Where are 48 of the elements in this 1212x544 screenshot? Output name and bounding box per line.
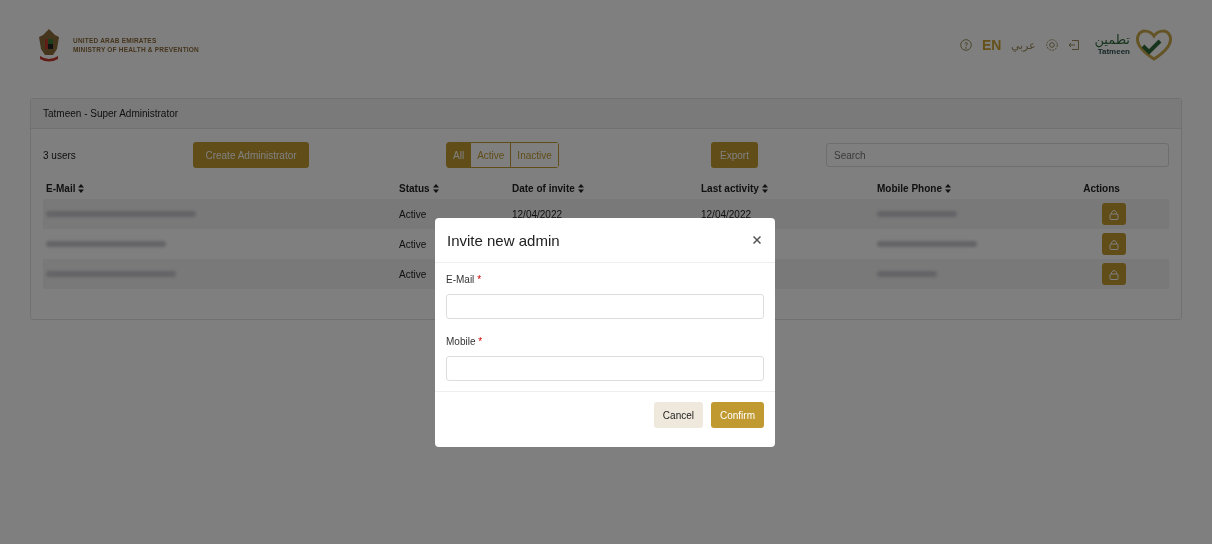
user-count: 3 users xyxy=(43,149,77,161)
status-text: Active xyxy=(399,268,427,280)
confirm-button[interactable]: Confirm xyxy=(711,402,764,428)
language-link[interactable]: EN xyxy=(981,37,1002,53)
cancel-button[interactable]: Cancel xyxy=(653,402,703,428)
date-text: 12/04/2022 xyxy=(512,208,563,220)
create-administrator-button[interactable]: Create Administrator xyxy=(193,142,309,168)
sort-icon[interactable] xyxy=(432,183,439,193)
export-button[interactable]: Export xyxy=(711,142,758,168)
field-label: Mobile xyxy=(446,336,476,347)
close-icon[interactable] xyxy=(753,236,761,244)
column-header[interactable]: Date of invite xyxy=(512,182,575,194)
required-mark: * xyxy=(477,274,482,285)
panel-title: Tatmeen - Super Administrator xyxy=(43,108,179,119)
lock-button[interactable] xyxy=(1102,203,1126,225)
logout-icon[interactable] xyxy=(1068,39,1081,51)
filter-tab[interactable]: All xyxy=(447,143,471,167)
filter-tab[interactable]: Inactive xyxy=(510,143,558,167)
emblem-icon xyxy=(37,27,61,63)
status-text: Active xyxy=(399,208,427,220)
field-label: E-Mail xyxy=(446,274,475,285)
heart-check-icon xyxy=(1134,28,1174,62)
dialog-title: Invite new admin xyxy=(447,231,560,249)
column-header: Actions xyxy=(1083,182,1120,194)
status-text: Active xyxy=(399,238,427,250)
language-link[interactable]: عربي xyxy=(1011,38,1037,52)
sort-icon[interactable] xyxy=(577,183,584,193)
lock-button[interactable] xyxy=(1102,233,1126,255)
help-icon[interactable] xyxy=(959,39,972,51)
column-header[interactable]: Mobile Phone xyxy=(877,182,942,194)
column-header[interactable]: Status xyxy=(399,182,430,194)
settings-icon[interactable] xyxy=(1046,39,1059,51)
sort-icon[interactable] xyxy=(945,183,951,193)
search-field[interactable]: Search xyxy=(826,143,1169,167)
column-header[interactable]: E-Mail xyxy=(46,182,76,194)
lock-button[interactable] xyxy=(1102,263,1126,285)
column-header[interactable]: Last activity xyxy=(701,182,759,194)
brand-name: تطمين xyxy=(1094,33,1130,47)
date-text: 12/04/2022 xyxy=(701,208,752,220)
lock-icon xyxy=(1109,238,1119,250)
sort-icon[interactable] xyxy=(761,183,768,193)
sort-icon[interactable] xyxy=(78,183,85,193)
lock-icon xyxy=(1109,208,1119,220)
input-field[interactable] xyxy=(446,294,764,319)
input-field[interactable] xyxy=(446,356,764,381)
required-mark: * xyxy=(478,336,483,347)
lock-icon xyxy=(1109,268,1119,280)
brand-name: Tatmeen xyxy=(1097,47,1130,57)
